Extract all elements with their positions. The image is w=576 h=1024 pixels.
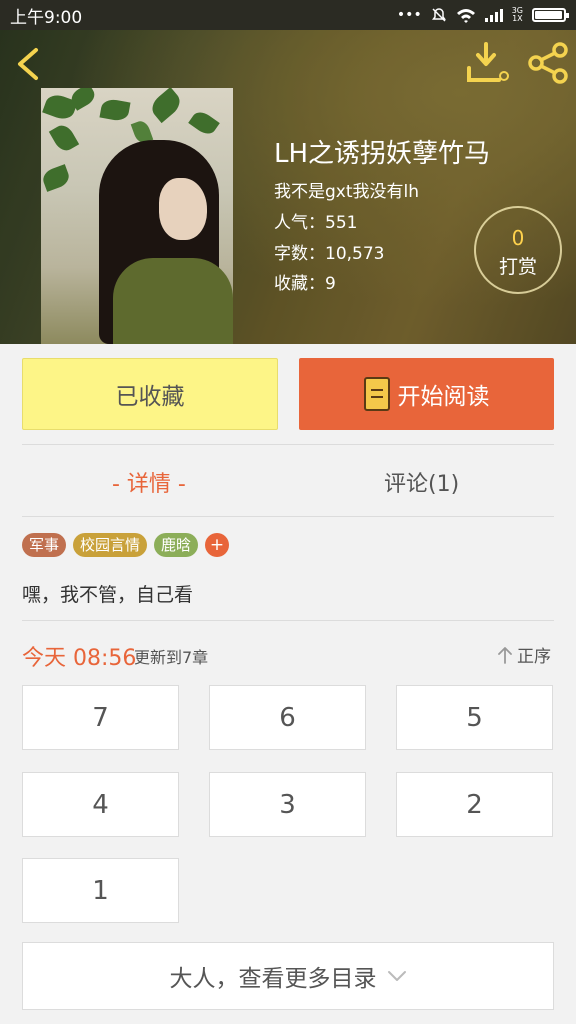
update-time: 今天 08:56 [22, 646, 137, 671]
reward-button[interactable]: 0 打赏 [474, 206, 562, 294]
book-intro: 嘿，我不管，自己看 [22, 584, 194, 606]
status-icons: ••• 3G 1X [396, 6, 569, 23]
chapter-button[interactable]: 3 [209, 772, 366, 837]
popularity-count: 人气：551 [274, 213, 358, 233]
book-author[interactable]: 我不是gxt我没有lh [274, 177, 419, 202]
favorite-button-label: 已收藏 [115, 384, 185, 410]
favorites-count: 收藏：9 [274, 274, 336, 294]
status-bar: 上午9:00 ••• 3G 1X [0, 0, 576, 30]
share-icon [528, 42, 568, 84]
chevron-down-icon [387, 971, 406, 981]
mute-bell-icon [431, 8, 446, 22]
chapter-button[interactable]: 4 [22, 772, 179, 837]
update-info: 更新到7章 [134, 648, 209, 667]
chapter-button[interactable]: 1 [22, 858, 179, 923]
chapter-button[interactable]: 2 [396, 772, 553, 837]
book-header: LH之诱拐妖孽竹马 我不是gxt我没有lh 人气：551 字数：10,573 收… [0, 30, 576, 344]
download-button[interactable] [466, 42, 510, 84]
book-icon [363, 377, 390, 411]
more-dots-icon: ••• [396, 7, 422, 23]
add-tag-button[interactable]: + [205, 533, 230, 557]
start-reading-button[interactable]: 开始阅读 [299, 358, 554, 430]
status-time: 上午9:00 [10, 7, 83, 28]
back-button[interactable] [10, 44, 50, 84]
reward-label: 打赏 [498, 256, 537, 278]
chapter-button[interactable]: 5 [396, 685, 553, 750]
reward-count: 0 [511, 226, 525, 250]
tag-campus-romance[interactable]: 校园言情 [73, 533, 148, 557]
tab-details[interactable]: - 详情 - [112, 466, 186, 498]
battery-icon [532, 8, 569, 22]
chevron-left-icon [18, 48, 38, 80]
tab-comments[interactable]: 评论(1) [384, 466, 459, 498]
sort-order-button[interactable]: 正序 [497, 642, 551, 667]
download-icon [467, 42, 509, 82]
chapter-button[interactable]: 7 [22, 685, 179, 750]
arrow-up-icon [498, 646, 512, 664]
tag-luhan[interactable]: 鹿晗 [154, 533, 199, 557]
start-reading-label: 开始阅读 [397, 384, 490, 410]
sort-order-label: 正序 [517, 647, 551, 667]
favorite-button[interactable]: 已收藏 [22, 358, 278, 430]
view-more-label: 大人，查看更多目录 [169, 966, 377, 992]
divider [22, 444, 554, 445]
word-count: 字数：10,573 [274, 244, 385, 264]
tag-list: 军事 校园言情 鹿晗 + [22, 533, 230, 557]
share-button[interactable] [526, 42, 570, 84]
book-title: LH之诱拐妖孽竹马 [274, 139, 491, 169]
signal-icon [484, 8, 503, 22]
network-type: 3G 1X [511, 6, 523, 23]
divider [22, 516, 554, 517]
tag-military[interactable]: 军事 [22, 533, 67, 557]
wifi-icon [456, 9, 475, 23]
chapter-button[interactable]: 6 [209, 685, 366, 750]
divider [22, 620, 554, 621]
view-more-chapters-button[interactable]: 大人，查看更多目录 [22, 942, 554, 1010]
book-cover-image[interactable] [41, 88, 233, 344]
